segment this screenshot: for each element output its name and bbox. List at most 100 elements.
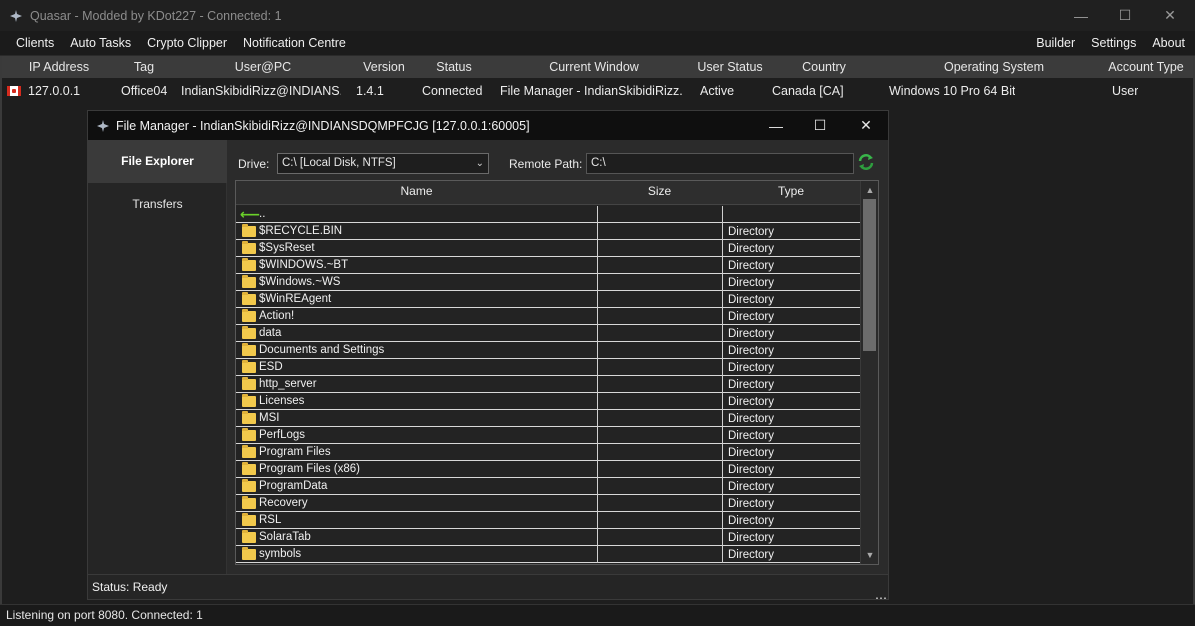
file-type: Directory (728, 379, 775, 391)
tab-transfers[interactable]: Transfers (88, 183, 227, 226)
folder-icon (242, 394, 256, 407)
folder-icon (242, 224, 256, 237)
file-list[interactable]: Name Size Type ⟵ .. $RECYCLE.BIN Director… (235, 180, 879, 565)
col-current-window[interactable]: Current Window (524, 56, 664, 78)
file-type: Directory (728, 447, 775, 459)
file-row[interactable]: Documents and Settings Directory (236, 342, 860, 359)
remote-path-input[interactable]: C:\ (586, 153, 854, 174)
folder-icon (242, 326, 256, 339)
minimize-button[interactable]: — (1058, 0, 1104, 31)
col-type[interactable]: Type (722, 181, 860, 201)
file-list-header: Name Size Type (236, 181, 860, 205)
canada-flag-icon (7, 86, 21, 96)
drive-label: Drive: (238, 157, 270, 171)
file-name: Licenses (259, 395, 305, 407)
file-name: $RECYCLE.BIN (259, 225, 343, 237)
menu-builder[interactable]: Builder (1028, 31, 1083, 56)
file-name: Action! (259, 310, 295, 322)
col-user-status[interactable]: User Status (690, 56, 770, 78)
file-name: .. (259, 208, 266, 220)
client-ip: 127.0.0.1 (28, 84, 81, 98)
col-account-type[interactable]: Account Type (1100, 56, 1192, 78)
file-row[interactable]: $SysReset Directory (236, 240, 860, 257)
menu-notification-centre[interactable]: Notification Centre (235, 31, 354, 56)
file-row[interactable]: http_server Directory (236, 376, 860, 393)
fm-maximize-button[interactable]: ☐ (797, 111, 843, 140)
file-row[interactable]: MSI Directory (236, 410, 860, 427)
file-name: http_server (259, 378, 317, 390)
fm-close-button[interactable]: ✕ (843, 111, 889, 140)
clients-table-header: IP Address Tag User@PC Version Status Cu… (0, 56, 1195, 78)
file-row[interactable]: $RECYCLE.BIN Directory (236, 223, 860, 240)
folder-icon (242, 411, 256, 424)
col-size[interactable]: Size (597, 181, 722, 201)
file-manager-window: File Manager - IndianSkibidiRizz@INDIANS… (87, 110, 889, 605)
file-row[interactable]: Program Files Directory (236, 444, 860, 461)
scroll-down-icon[interactable]: ▼ (864, 548, 876, 562)
client-version: 1.4.1 (356, 84, 384, 98)
file-row[interactable]: Action! Directory (236, 308, 860, 325)
col-ip-address[interactable]: IP Address (14, 56, 104, 78)
client-current-window: File Manager - IndianSkibidiRizz... (500, 84, 682, 98)
fm-minimize-button[interactable]: — (753, 111, 799, 140)
scrollbar-thumb[interactable] (863, 199, 876, 351)
parent-directory-row[interactable]: ⟵ .. (236, 206, 860, 223)
file-row[interactable]: ProgramData Directory (236, 478, 860, 495)
file-row[interactable]: symbols Directory (236, 546, 860, 563)
file-rows: ⟵ .. $RECYCLE.BIN Directory $SysReset Dire… (236, 206, 860, 563)
file-name: ProgramData (259, 480, 328, 492)
folder-icon (242, 309, 256, 322)
file-row[interactable]: Program Files (x86) Directory (236, 461, 860, 478)
file-name: $SysReset (259, 242, 315, 254)
client-tag: Office04 (121, 84, 168, 98)
menu-auto-tasks[interactable]: Auto Tasks (62, 31, 139, 56)
file-manager-title: File Manager - IndianSkibidiRizz@INDIANS… (116, 118, 530, 133)
file-row[interactable]: $WinREAgent Directory (236, 291, 860, 308)
file-row[interactable]: RSL Directory (236, 512, 860, 529)
file-type: Directory (728, 362, 775, 374)
menu-settings[interactable]: Settings (1083, 31, 1144, 56)
file-type: Directory (728, 345, 775, 357)
file-type: Directory (728, 226, 775, 238)
col-user-pc[interactable]: User@PC (208, 56, 318, 78)
col-operating-system[interactable]: Operating System (914, 56, 1074, 78)
scroll-up-icon[interactable]: ▲ (864, 183, 876, 197)
file-row[interactable]: PerfLogs Directory (236, 427, 860, 444)
file-row[interactable]: $WINDOWS.~BT Directory (236, 257, 860, 274)
tab-file-explorer[interactable]: File Explorer (88, 140, 227, 183)
file-name: SolaraTab (259, 531, 311, 543)
close-button[interactable]: ✕ (1147, 0, 1193, 31)
col-name[interactable]: Name (236, 181, 597, 201)
menu-about[interactable]: About (1144, 31, 1193, 56)
maximize-button[interactable]: ☐ (1102, 0, 1148, 31)
file-row[interactable]: data Directory (236, 325, 860, 342)
file-row[interactable]: Recovery Directory (236, 495, 860, 512)
file-row[interactable]: SolaraTab Directory (236, 529, 860, 546)
file-type: Directory (728, 277, 775, 289)
main-titlebar: Quasar - Modded by KDot227 - Connected: … (0, 0, 1195, 31)
menu-clients[interactable]: Clients (8, 31, 62, 56)
file-name: $WINDOWS.~BT (259, 259, 349, 271)
file-name: Program Files (x86) (259, 463, 360, 475)
client-row[interactable]: 127.0.0.1 Office04 IndianSkibidiRizz@IND… (0, 81, 1195, 101)
col-version[interactable]: Version (354, 56, 414, 78)
file-row[interactable]: $Windows.~WS Directory (236, 274, 860, 291)
client-country: Canada [CA] (772, 84, 844, 98)
drive-select[interactable]: C:\ [Local Disk, NTFS] ⌄ (277, 153, 489, 174)
resize-grip-icon[interactable]: ⋯ (875, 586, 887, 605)
file-list-scrollbar[interactable]: ▲ ▼ (860, 181, 878, 564)
col-status[interactable]: Status (424, 56, 484, 78)
file-row[interactable]: Licenses Directory (236, 393, 860, 410)
file-manager-sidebar: File Explorer Transfers (88, 140, 227, 574)
col-tag[interactable]: Tag (114, 56, 174, 78)
file-type: Directory (728, 328, 775, 340)
menu-crypto-clipper[interactable]: Crypto Clipper (139, 31, 235, 56)
file-type: Directory (728, 430, 775, 442)
folder-icon (242, 360, 256, 373)
col-country[interactable]: Country (786, 56, 862, 78)
file-name: $WinREAgent (259, 293, 332, 305)
refresh-icon[interactable] (857, 153, 875, 171)
main-status-bar: Listening on port 8080. Connected: 1 (0, 604, 1195, 626)
file-name: Program Files (259, 446, 331, 458)
file-row[interactable]: ESD Directory (236, 359, 860, 376)
